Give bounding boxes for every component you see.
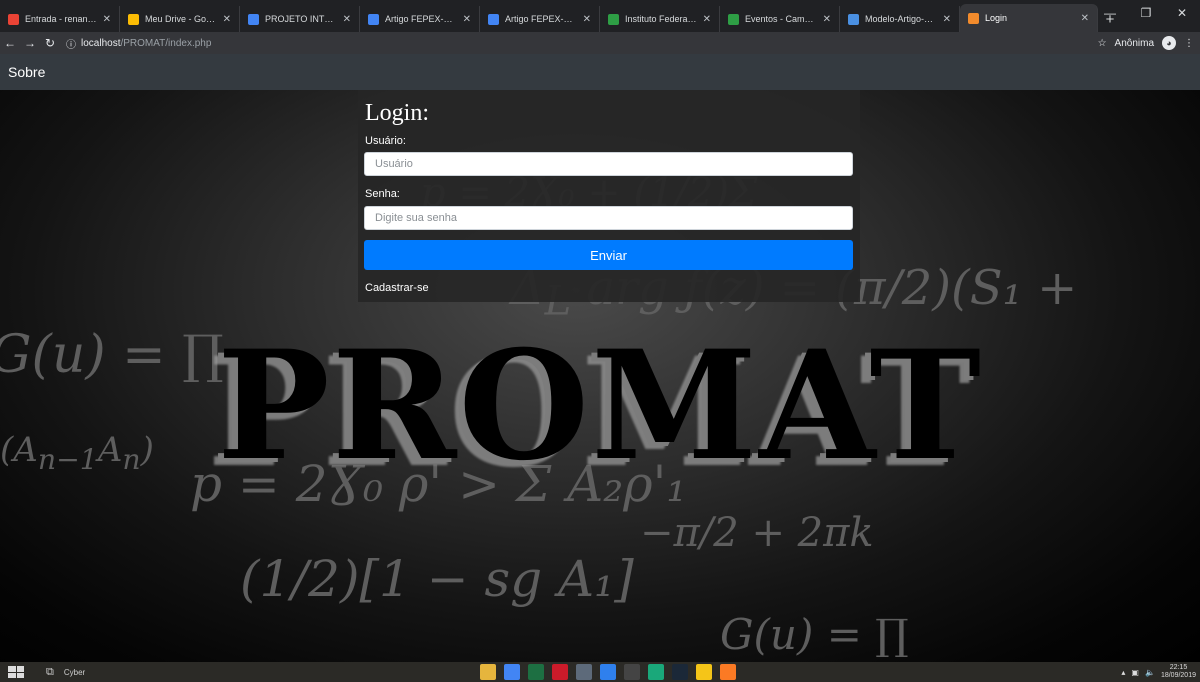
tray-expand-icon[interactable]: ▴ <box>1121 668 1125 677</box>
gmail-icon <box>8 13 19 25</box>
url-host: localhost <box>81 37 121 49</box>
system-tray: ▴ ▣ 🔈 22:15 18/09/2019 <box>1121 662 1196 682</box>
submit-button[interactable]: Enviar <box>364 240 853 270</box>
password-input[interactable] <box>364 206 853 230</box>
browser-tab[interactable]: Artigo FEPEX-2019 - Do ✕ <box>480 6 600 32</box>
minimize-icon[interactable]: — <box>1092 0 1128 26</box>
nav-link-sobre[interactable]: Sobre <box>8 64 45 80</box>
tab-title: PROJETO INTEGRADOR <box>265 14 337 24</box>
login-panel: Login: Usuário: Senha: Enviar Cadastrar-… <box>358 90 860 302</box>
browser-tab[interactable]: Meu Drive - Google Dr ✕ <box>120 6 240 32</box>
vscode-icon[interactable] <box>600 664 616 680</box>
task-view-icon[interactable]: ⧉ <box>46 666 54 679</box>
phpstorm-icon[interactable] <box>648 664 664 680</box>
forward-icon[interactable]: → <box>20 36 40 50</box>
close-tab-icon[interactable]: ✕ <box>1081 13 1089 24</box>
explorer-icon[interactable] <box>480 664 496 680</box>
close-tab-icon[interactable]: ✕ <box>463 14 471 25</box>
docs-icon <box>488 13 499 25</box>
browser-tab[interactable]: Login ✕ <box>960 4 1098 32</box>
opera-icon[interactable] <box>552 664 568 680</box>
hero-background: p = 2Ɣ₀ + (1/2)Σ ΔL arg ƒ(z) = (π/2)(S₁ … <box>0 90 1200 662</box>
tab-title: Entrada - renan.201731 <box>25 14 97 24</box>
info-icon[interactable]: ⓘ <box>66 36 76 51</box>
close-tab-icon[interactable]: ✕ <box>943 14 951 25</box>
browser-tab[interactable]: PROJETO INTEGRADOR ✕ <box>240 6 360 32</box>
tab-title: Meu Drive - Google Dr <box>145 14 217 24</box>
tab-strip: Entrada - renan.201731✕Meu Drive - Googl… <box>0 4 1098 32</box>
clock-date: 18/09/2019 <box>1160 672 1196 679</box>
excel-icon[interactable] <box>528 664 544 680</box>
browser-tab[interactable]: Instituto Federal de Edu ✕ <box>600 6 720 32</box>
back-icon[interactable]: ← <box>0 36 20 50</box>
close-tab-icon[interactable]: ✕ <box>703 14 711 25</box>
chrome-icon[interactable] <box>504 664 520 680</box>
docs-icon <box>248 13 259 25</box>
bolt-icon[interactable] <box>696 664 712 680</box>
browser-tab[interactable]: Modelo-Artigo-ODT.o ✕ <box>840 6 960 32</box>
clock-time: 22:15 <box>1169 664 1188 671</box>
background-formula: G(u) = ∏ <box>720 610 909 659</box>
steam-icon[interactable] <box>672 664 688 680</box>
close-tab-icon[interactable]: ✕ <box>823 14 831 25</box>
close-window-icon[interactable]: ✕ <box>1164 0 1200 26</box>
docs-icon <box>368 13 379 25</box>
close-tab-icon[interactable]: ✕ <box>103 14 111 25</box>
reload-icon[interactable]: ↻ <box>40 36 60 50</box>
promat-icon <box>968 12 979 24</box>
pinned-apps <box>480 664 736 680</box>
volume-icon[interactable]: 🔈 <box>1145 668 1155 677</box>
browser-tab[interactable]: Entrada - renan.201731 ✕ <box>0 6 120 32</box>
github-icon[interactable] <box>624 664 640 680</box>
close-tab-icon[interactable]: ✕ <box>223 14 231 25</box>
register-link[interactable]: Cadastrar-se <box>365 282 429 294</box>
window-controls: — ❐ ✕ <box>1092 0 1200 26</box>
ifsc-icon <box>608 13 619 25</box>
tab-title: Eventos - Campus Fraib <box>745 14 817 24</box>
tab-title: Login <box>985 13 1008 23</box>
restore-icon[interactable]: ❐ <box>1128 0 1164 26</box>
promat-title: PROMAT <box>217 318 983 494</box>
site-navbar: Sobre <box>0 54 1200 90</box>
drive-icon <box>128 13 139 25</box>
clock[interactable]: 22:15 18/09/2019 <box>1161 664 1196 680</box>
menu-kebab-icon[interactable]: ⋮ <box>1184 38 1194 49</box>
browser-tab-bar: Entrada - renan.201731✕Meu Drive - Googl… <box>0 0 1200 32</box>
tab-title: Artigo FEPEX-2019 - Do <box>385 14 457 24</box>
tab-title: Instituto Federal de Edu <box>625 14 697 24</box>
background-formula: −π/2 + 2πk <box>640 510 874 556</box>
user-input[interactable] <box>364 152 853 176</box>
windows-taskbar: ⧉ Cyber ▴ ▣ 🔈 22:15 18/09/2019 <box>0 662 1200 682</box>
toolbar-right: ☆ Anônima ◕ ⋮ <box>1098 32 1194 54</box>
login-title: Login: <box>365 100 429 126</box>
xampp-icon[interactable] <box>720 664 736 680</box>
tab-title: Modelo-Artigo-ODT.o <box>865 14 937 24</box>
tab-title: Artigo FEPEX-2019 - Do <box>505 14 577 24</box>
windows-start-icon[interactable] <box>8 666 24 678</box>
sublime-icon[interactable] <box>576 664 592 680</box>
file-icon <box>848 13 859 25</box>
bookmark-star-icon[interactable]: ☆ <box>1098 38 1107 49</box>
ifsc-icon <box>728 13 739 25</box>
url-path: /PROMAT/index.php <box>120 37 212 49</box>
omnibox[interactable]: ⓘ localhost/PROMAT/index.php <box>66 34 211 52</box>
user-label: Usuário: <box>365 135 406 147</box>
close-tab-icon[interactable]: ✕ <box>583 14 591 25</box>
background-formula: (1/2)[1 − sg A₁] <box>240 550 634 608</box>
profile-name[interactable]: Anônima <box>1115 38 1154 49</box>
browser-tab[interactable]: Eventos - Campus Fraib ✕ <box>720 6 840 32</box>
password-label: Senha: <box>365 188 400 200</box>
address-toolbar: ← → ↻ ⓘ localhost/PROMAT/index.php ☆ Anô… <box>0 32 1200 54</box>
incognito-icon[interactable]: ◕ <box>1162 36 1176 50</box>
cortana-search[interactable]: Cyber <box>64 668 85 677</box>
network-icon[interactable]: ▣ <box>1131 668 1139 677</box>
close-tab-icon[interactable]: ✕ <box>343 14 351 25</box>
browser-tab[interactable]: Artigo FEPEX-2019 - Do ✕ <box>360 6 480 32</box>
